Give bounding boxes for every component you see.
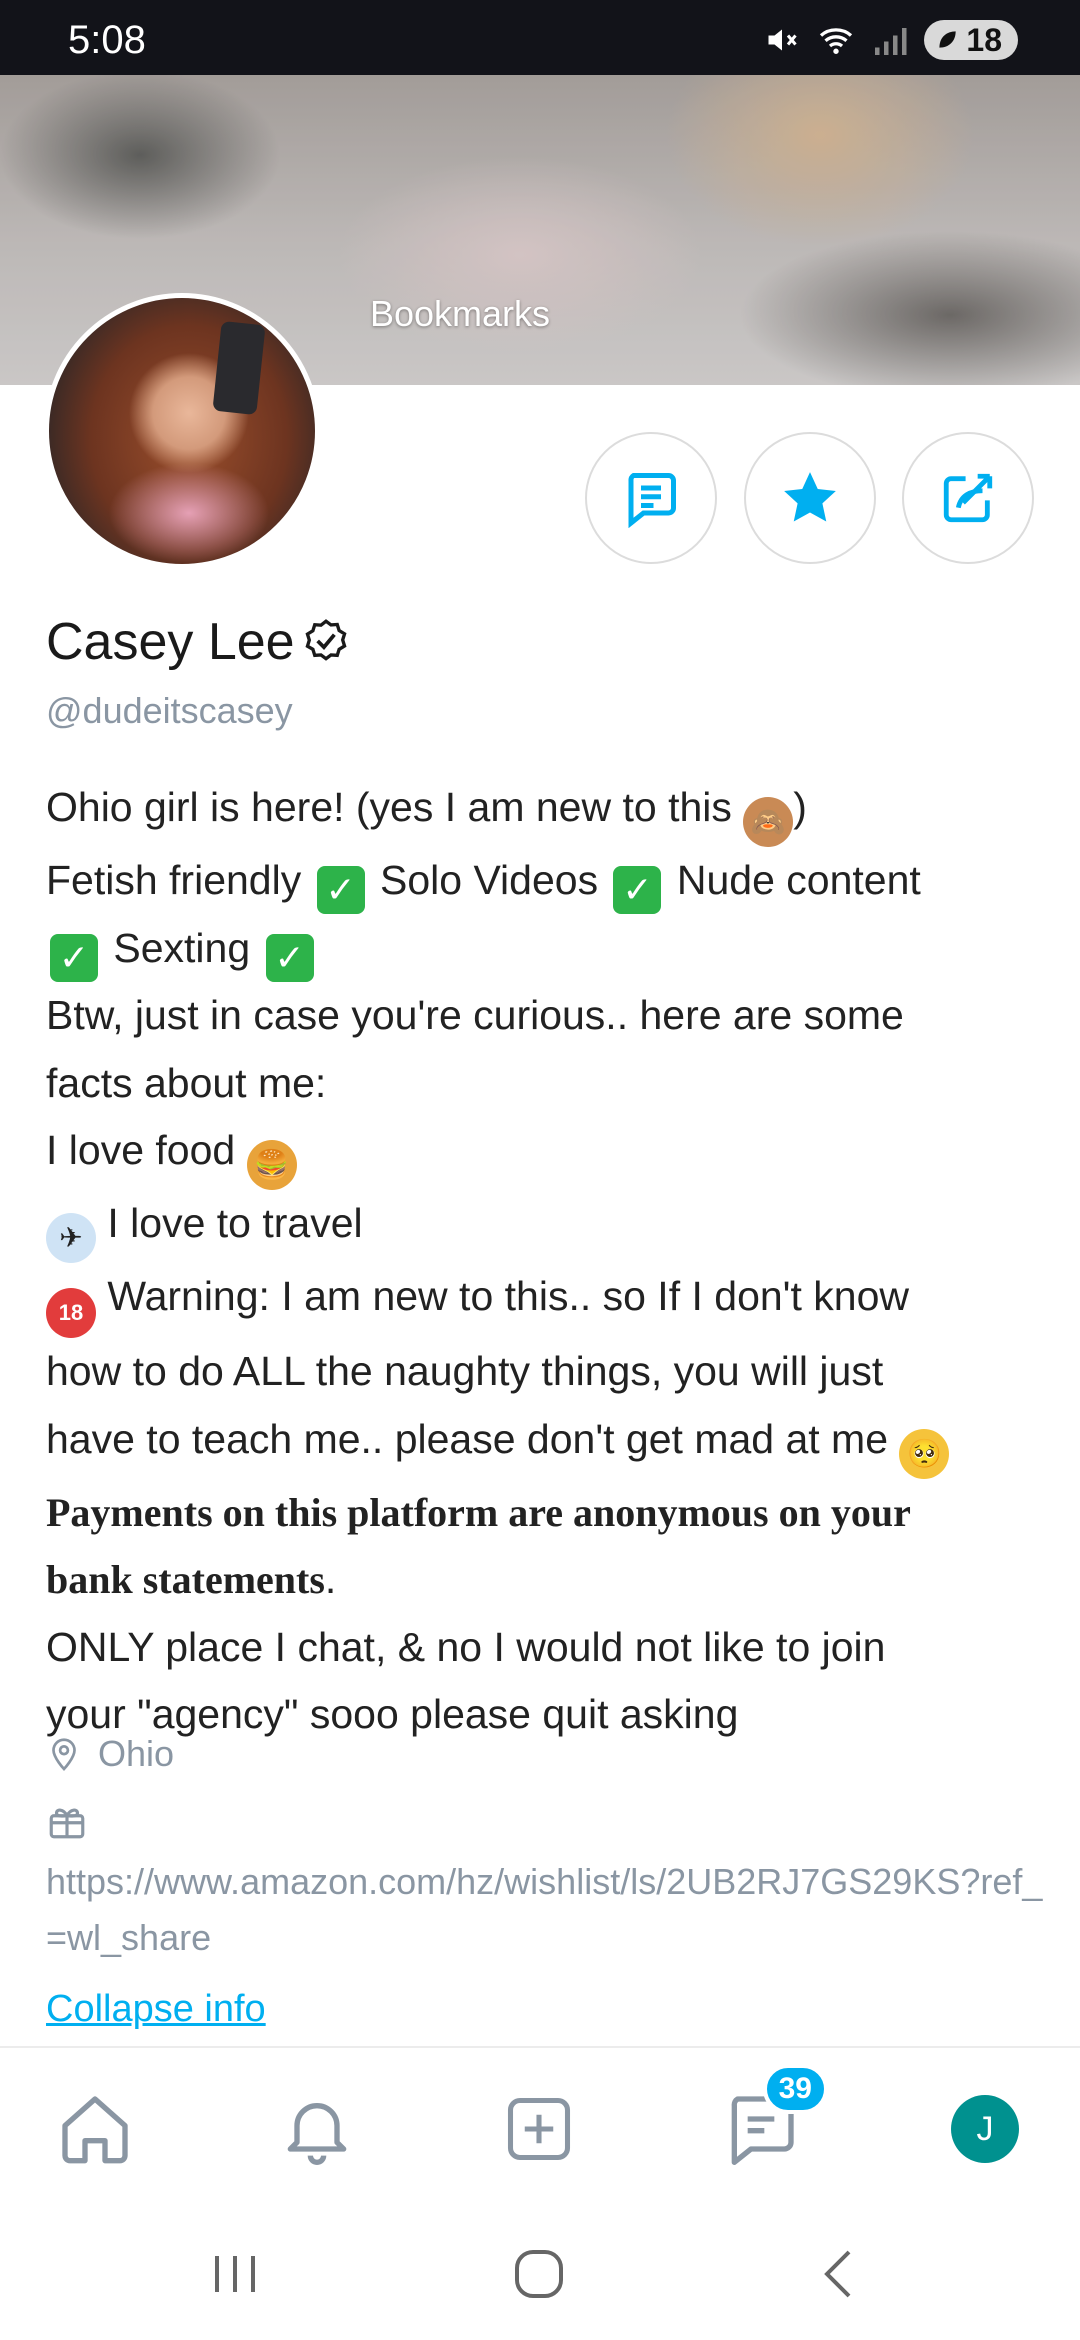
bottom-navigation: 39 J [0,2046,1080,2206]
profile-name: Casey Lee [46,612,351,672]
collapse-info-link[interactable]: Collapse info [46,1988,266,2031]
recent-apps-icon[interactable] [200,2244,270,2304]
star-icon [784,472,836,522]
bio-text: bank statements [46,1557,325,1602]
bio-line: your "agency" sooo please quit asking [46,1691,739,1737]
gift-icon [49,1808,85,1839]
profile-handle: @dudeitscasey [46,690,293,731]
share-icon [943,473,993,523]
bio-line: I love food 🍔 [46,1117,1046,1190]
check-mark-icon: ✓ [613,866,662,914]
nav-home[interactable] [50,2084,140,2174]
wishlist-link[interactable]: https://www.amazon.com/hz/wishlist/ls/2U… [46,1854,1046,1966]
nav-notifications[interactable] [272,2084,362,2174]
status-icons: 18 [764,20,1018,60]
pleading-face-icon: 🥺 [899,1428,950,1479]
bio-line: Btw, just in case you're curious.. here … [46,992,904,1038]
user-avatar: J [951,2095,1019,2163]
profile-name-text: Casey Lee [46,613,295,671]
add-icon [507,2097,571,2161]
bio-line: 18 Warning: I am new to this.. so If I d… [46,1263,1046,1338]
check-mark-icon: ✓ [265,933,314,982]
no-under-18-icon: 18 [46,1288,96,1338]
see-no-evil-monkey-icon: 🙈 [743,797,794,847]
bio-line: Fetish friendly ✓ Solo Videos ✓ Nude con… [46,847,1046,915]
bio-text: ) [793,784,807,830]
nav-messages[interactable]: 39 [716,2064,828,2174]
favorite-button[interactable] [744,432,876,564]
status-time: 5:08 [68,18,146,62]
battery-indicator: 18 [924,20,1018,60]
back-icon[interactable] [805,2244,875,2304]
bio-line: ✈ I love to travel [46,1190,1046,1263]
bio-text: Ohio girl is here! (yes I am new to this [46,784,744,830]
messages-badge: 39 [762,2064,828,2114]
signal-icon [875,28,907,55]
bio-text: I love food [46,1127,247,1173]
bio-text: Solo Videos [368,857,610,903]
check-mark-icon: ✓ [316,866,365,914]
bio-line: facts about me: [46,1059,327,1106]
verified-icon [305,619,347,661]
mute-icon [768,29,798,51]
check-mark-icon: ✓ [50,933,98,982]
bio-text: I love to travel [96,1200,363,1246]
bell-icon [287,2103,347,2165]
home-icon [62,2096,128,2164]
bio-line: ✓ Sexting ✓ [46,915,1046,983]
location-text: Ohio [98,1733,175,1774]
bio-line: Ohio girl is here! (yes I am new to this… [46,774,1046,847]
status-bar: 5:08 18 [0,0,1080,75]
bio-text: . [324,1556,337,1602]
bio-text: Fetish friendly [46,857,313,903]
bio-text: Sexting [102,924,262,971]
nav-profile[interactable]: J [940,2084,1030,2174]
nav-add-post[interactable] [494,2084,584,2174]
airplane-icon: ✈ [46,1213,96,1263]
bio-line: how to do ALL the naughty things, you wi… [46,1348,884,1394]
profile-avatar[interactable] [44,293,320,569]
profile-location: Ohio [46,1733,174,1775]
wifi-icon [820,28,853,54]
system-navigation-bar [0,2206,1080,2340]
bio-text: Nude content [665,857,921,903]
share-button[interactable] [902,432,1034,564]
battery-level: 18 [966,21,1002,58]
bio-line: bank statements. [46,1546,1046,1614]
bio-line: Payments on this platform are anonymous … [46,1489,911,1535]
wishlist-row [46,1800,88,1851]
message-icon [628,473,676,528]
bio-line: have to teach me.. please don't get mad … [46,1406,1046,1479]
home-button-icon[interactable] [505,2244,575,2304]
profile-bio: Ohio girl is here! (yes I am new to this… [46,774,1046,1749]
bio-text: have to teach me.. please don't get mad … [46,1415,900,1462]
hamburger-icon: 🍔 [246,1140,297,1190]
battery-saver-icon [939,31,957,48]
bio-line: ONLY place I chat, & no I would not like… [46,1623,886,1670]
bio-text: Warning: I am new to this.. so If I don'… [96,1273,909,1319]
message-button[interactable] [585,432,717,564]
location-pin-icon [52,1738,76,1771]
avatar-photo-detail [212,320,266,416]
